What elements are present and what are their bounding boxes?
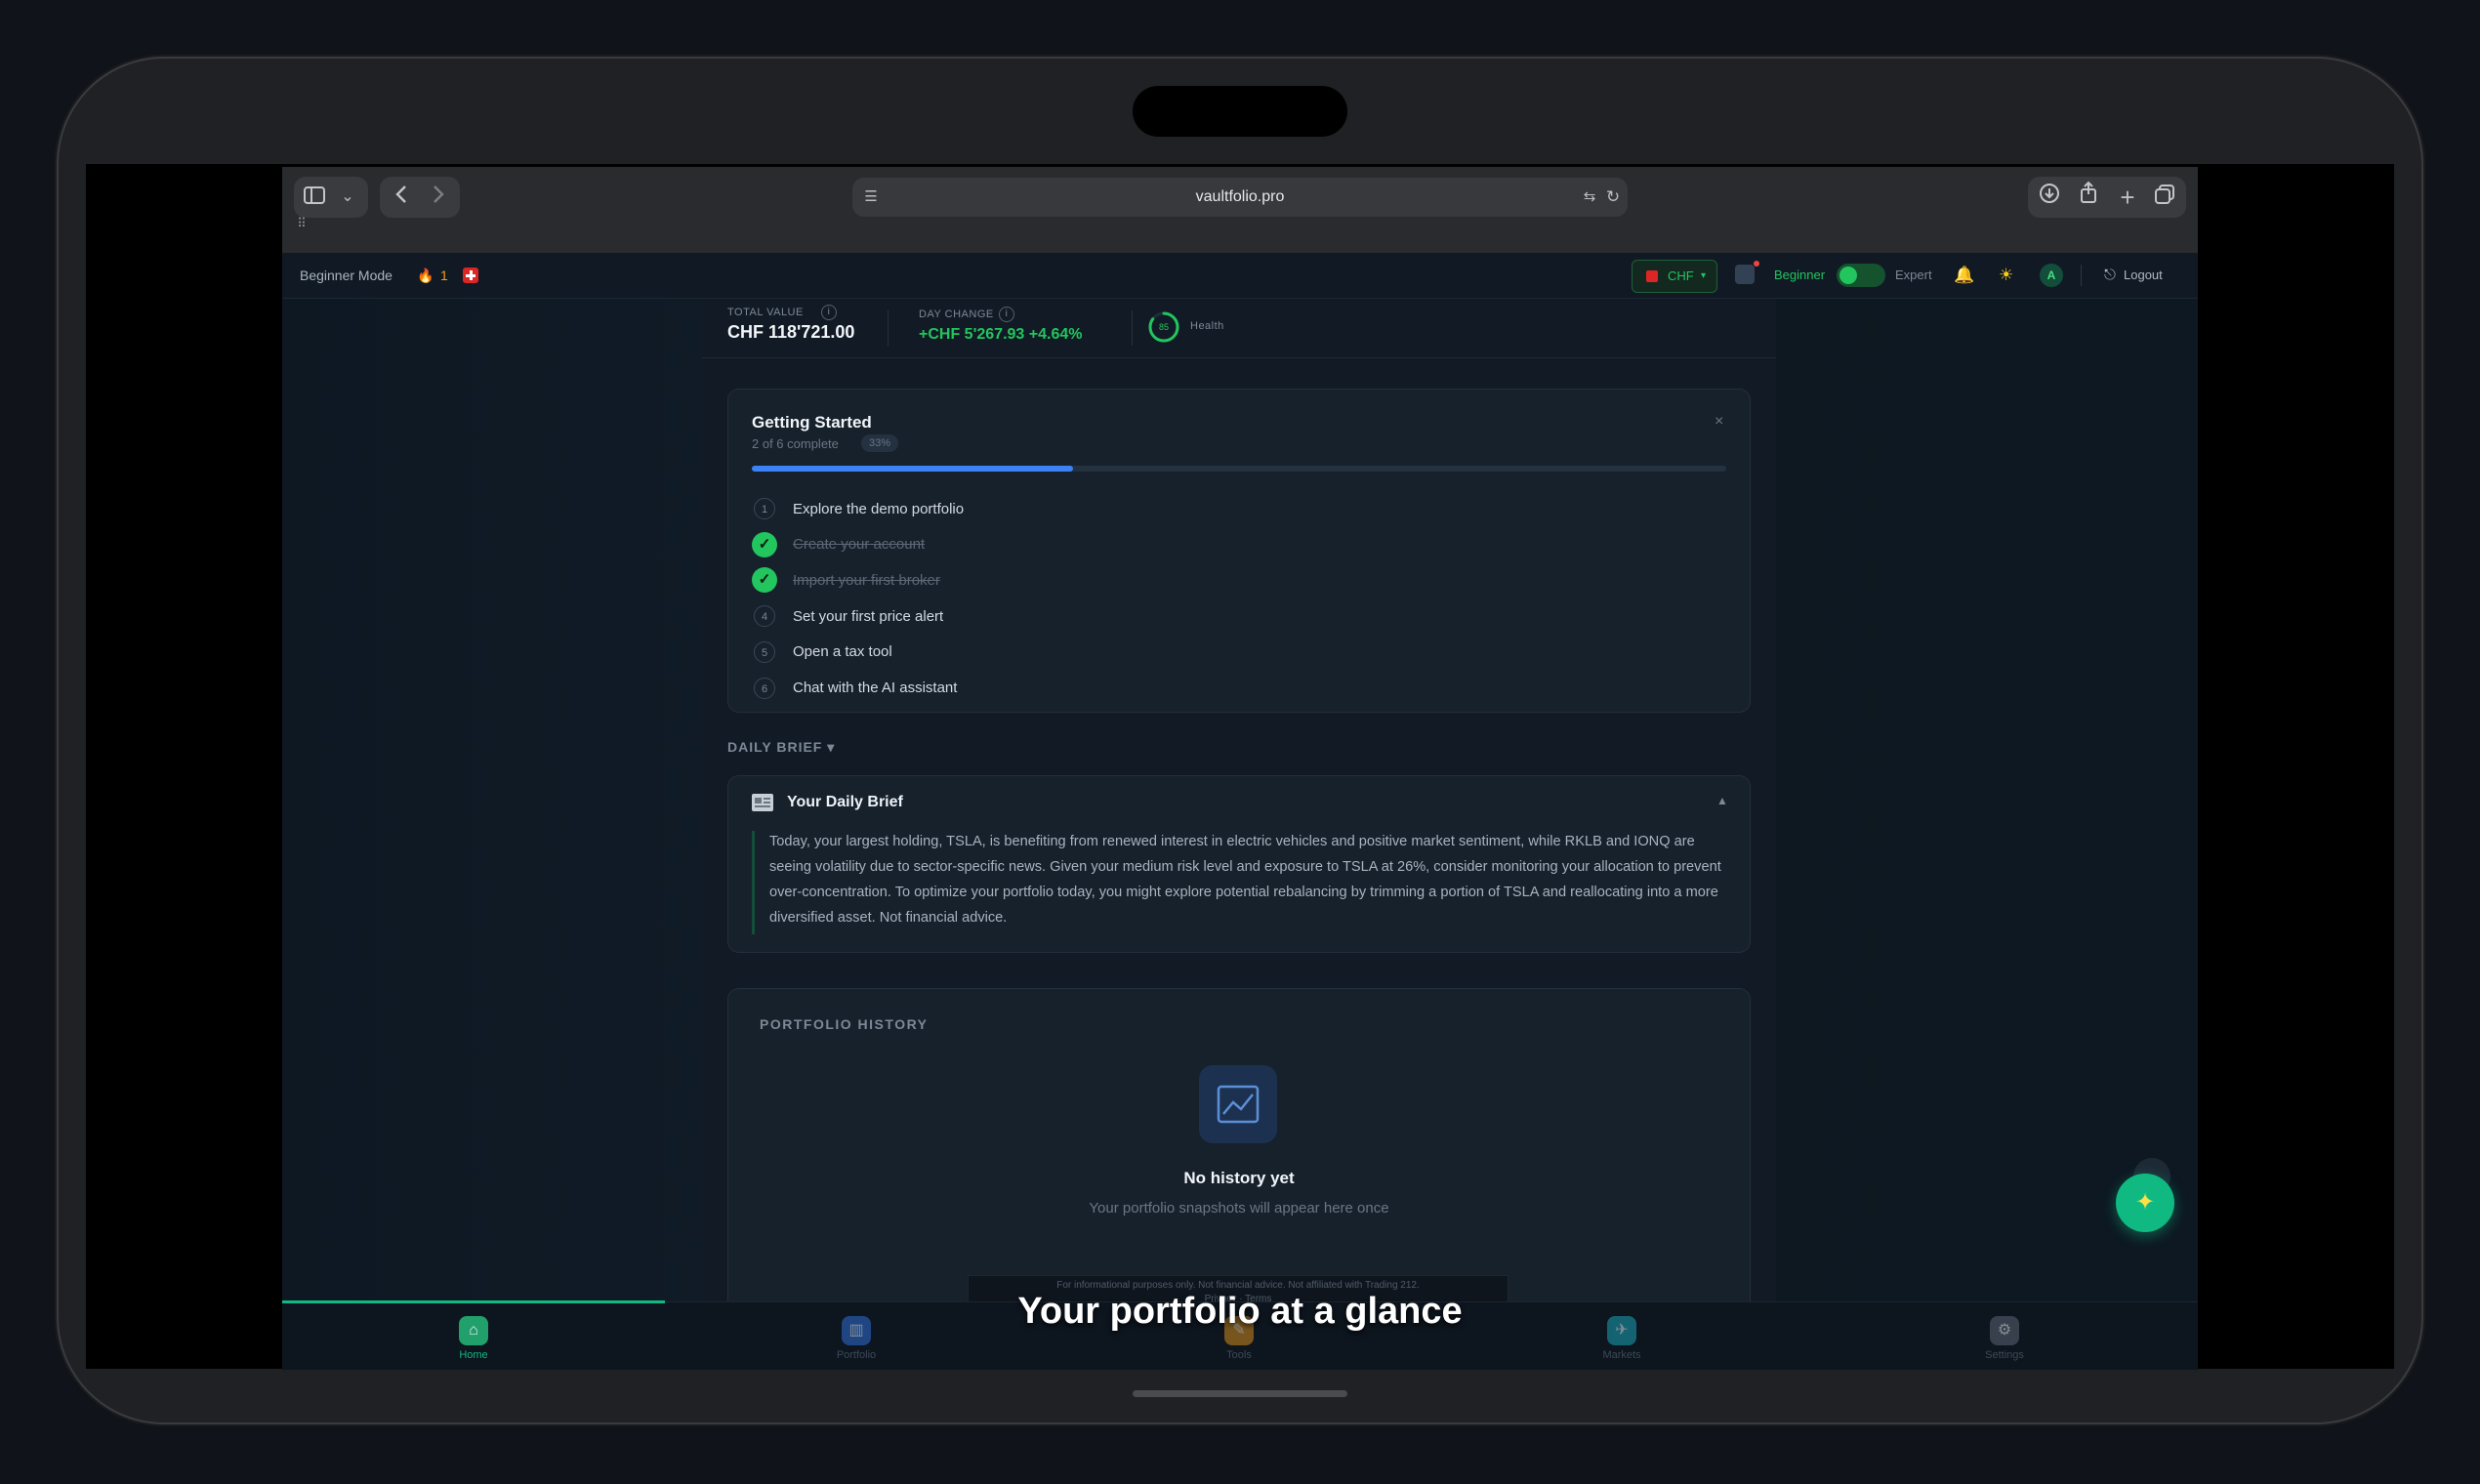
main-column: TOTAL VALUE i CHF 118'721.00 DAY CHANGE … [702,299,1776,1322]
share-icon[interactable] [2071,178,2106,217]
step-number: 1 [754,498,775,519]
step-label: Open a tax tool [793,643,892,661]
check-icon: ✓ [752,531,777,557]
chevron-down-icon[interactable]: ⌄ [333,178,362,217]
nav-label: Tools [1226,1349,1252,1361]
theme-sun-icon[interactable]: ☀ [1999,253,2013,298]
reload-icon[interactable]: ↻ [1600,178,1626,217]
caption: Your portfolio at a glance [1017,1291,1463,1332]
total-value: CHF 118'721.00 [727,322,855,342]
app-body: TOTAL VALUE i CHF 118'721.00 DAY CHANGE … [282,299,2198,1322]
nav-label: Portfolio [836,1349,877,1361]
toggle-expert-label: Expert [1895,268,1932,282]
chevron-down-icon: ▾ [1701,270,1707,281]
getting-started-card: Getting Started 2 of 6 complete 33% × 1 E… [727,389,1751,713]
mode-label: Beginner Mode [300,268,393,283]
step-item[interactable]: 1 Explore the demo portfolio [752,495,964,522]
check-icon: ✓ [752,567,777,594]
toolbar-actions-group: + [2028,177,2186,218]
progress-track [752,466,1726,472]
currency-label: CHF [1668,268,1694,283]
health-label: Health [1190,320,1224,332]
new-tab-icon[interactable]: + [2110,178,2145,217]
app-topbar: Beginner Mode 🔥 1 CHF ▾ Beginner Expert … [282,253,2198,299]
currency-selector[interactable]: CHF ▾ [1632,260,1717,293]
total-value-label: TOTAL VALUE [727,307,804,318]
step-item[interactable]: 5 Open a tax tool [752,639,892,666]
divider [1132,310,1133,346]
nav-buttons-group [380,177,460,218]
step-number: 4 [754,605,775,628]
empty-text: Your portfolio snapshots will appear her… [1089,1200,1389,1216]
collapse-button[interactable]: ▲ [1716,794,1728,807]
stats-bar: TOTAL VALUE i CHF 118'721.00 DAY CHANGE … [702,299,1776,358]
health-score: 85 [1158,322,1169,332]
divider [888,310,889,346]
browser-window: ⌄ ⠿ ☰ vaultfolio.pro ⇆ ↻ + Beginner Mode… [282,167,2198,1370]
tab-overview-icon[interactable]: ⠿ [292,204,311,243]
portfolio-history-card: PORTFOLIO HISTORY No history yet Your po… [727,988,1751,1322]
getting-started-title: Getting Started [752,413,872,432]
nav-label: Markets [1602,1349,1641,1361]
step-label: Import your first broker [793,571,940,589]
daily-brief-card: Your Daily Brief ▲ Today, your largest h… [727,775,1751,953]
chart-icon [1199,1065,1277,1143]
day-change: +CHF 5'267.93 +4.64% [919,326,1083,343]
news-icon[interactable] [1735,261,1759,284]
info-icon[interactable]: i [821,305,837,320]
streak-icon: 🔥 [417,268,434,283]
step-label: Set your first price alert [793,607,944,625]
portfolio-history-title: PORTFOLIO HISTORY [760,1016,929,1032]
close-button[interactable]: × [1715,413,1723,431]
ai-assistant-button[interactable]: ✦ [2116,1174,2174,1232]
info-icon[interactable]: i [999,307,1014,322]
back-button[interactable] [386,178,417,217]
daily-brief-body: Today, your largest holding, TSLA, is be… [769,834,1721,926]
step-label: Create your account [793,536,926,554]
progress-fill [752,466,1074,472]
empty-title: No history yet [1183,1169,1295,1187]
newspaper-icon [752,794,773,811]
tabs-icon[interactable] [2147,178,2182,217]
address-bar[interactable]: ☰ vaultfolio.pro ⇆ ↻ [852,178,1628,217]
bell-icon[interactable]: 🔔 [1954,253,1974,298]
forward-button[interactable] [423,178,454,217]
logout-icon[interactable]: ⎋ [2104,253,2116,298]
translate-icon[interactable]: ⇆ [1577,178,1602,217]
step-number: 6 [754,677,775,699]
progress-percent-badge: 33% [861,434,899,452]
disclaimer-text: For informational purposes only. Not fin… [1056,1280,1420,1291]
mode-toggle[interactable] [1837,264,1885,287]
step-label: Chat with the AI assistant [793,680,958,696]
progress-text: 2 of 6 complete [752,436,839,451]
download-icon[interactable] [2032,178,2067,217]
divider [2081,265,2082,286]
url-text: vaultfolio.pro [1195,188,1285,205]
swiss-flag-icon [463,268,478,283]
nav-label: Settings [1985,1349,2024,1361]
step-item[interactable]: 6 Chat with the AI assistant [752,675,957,702]
daily-brief-title: Your Daily Brief [787,794,903,810]
step-number: 5 [754,640,775,663]
step-label: Explore the demo portfolio [793,500,965,517]
step-item[interactable]: ✓ Import your first broker [752,566,940,594]
home-indicator [1133,1390,1347,1397]
streak-count: 1 [440,268,448,283]
nav-label: Home [459,1349,488,1361]
browser-toolbar: ⌄ ⠿ ☰ vaultfolio.pro ⇆ ↻ + [282,167,2198,254]
logout-button[interactable]: Logout [2124,253,2163,298]
quote-bar [752,831,755,934]
step-item[interactable]: ✓ Create your account [752,531,925,558]
step-item[interactable]: 4 Set your first price alert [752,602,943,630]
health-gauge[interactable]: 85 [1147,310,1180,344]
swiss-flag-icon [1646,270,1658,282]
dynamic-island [1133,86,1347,137]
daily-brief-section-toggle[interactable]: DAILY BRIEF ▾ [727,739,835,756]
avatar[interactable]: A [2040,264,2063,287]
toggle-beginner-label: Beginner [1774,268,1826,282]
day-change-label: DAY CHANGE [919,309,994,320]
